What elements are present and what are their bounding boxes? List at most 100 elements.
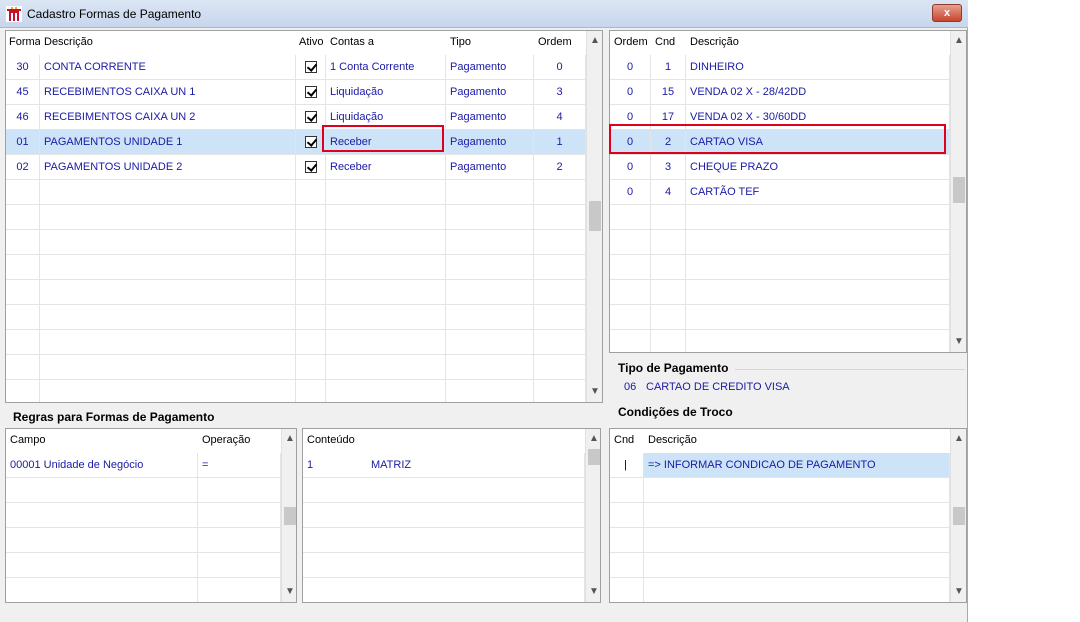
- empty-row[interactable]: [6, 255, 586, 280]
- empty-cell: [610, 503, 644, 527]
- table-row[interactable]: 30 CONTA CORRENTE 1 Conta Corrente Pagament…: [6, 55, 586, 80]
- empty-row[interactable]: [610, 305, 950, 330]
- conteudo-scrollbar[interactable]: ▲ ▼: [585, 429, 600, 602]
- empty-row[interactable]: [610, 578, 950, 602]
- empty-row[interactable]: [610, 255, 950, 280]
- empty-row[interactable]: [610, 280, 950, 305]
- table-row[interactable]: 0 3 CHEQUE PRAZO: [610, 155, 950, 180]
- condicao-ordem: 0: [610, 55, 651, 79]
- empty-cell: [446, 255, 534, 279]
- table-row[interactable]: 0 4 CARTÃO TEF: [610, 180, 950, 205]
- empty-row[interactable]: [610, 528, 950, 553]
- table-row[interactable]: 00001 Unidade de Negócio =: [6, 453, 281, 478]
- table-row[interactable]: 02 PAGAMENTOS UNIDADE 2 Receber Pagamento 2: [6, 155, 586, 180]
- scroll-down-icon[interactable]: ▼: [586, 584, 600, 600]
- table-row[interactable]: 0 1 DINHEIRO: [610, 55, 950, 80]
- empty-row[interactable]: [6, 305, 586, 330]
- col-operacao-header[interactable]: Operação: [198, 429, 281, 453]
- empty-cell: [296, 330, 326, 354]
- table-row[interactable]: 01 PAGAMENTOS UNIDADE 1 Receber Pagamento 1: [6, 130, 586, 155]
- empty-row[interactable]: [6, 553, 281, 578]
- empty-row[interactable]: [6, 355, 586, 380]
- table-row[interactable]: 0 15 VENDA 02 X - 28/42DD: [610, 80, 950, 105]
- forma-descricao: PAGAMENTOS UNIDADE 2: [40, 155, 296, 179]
- ativo-checkbox[interactable]: [305, 161, 317, 173]
- ativo-checkbox[interactable]: [305, 86, 317, 98]
- col-cnd-header[interactable]: Cnd: [651, 31, 686, 55]
- col-ordem-header[interactable]: Ordem: [610, 31, 651, 55]
- col-cnd-header[interactable]: Cnd: [610, 429, 644, 453]
- scroll-thumb[interactable]: [589, 201, 601, 231]
- scroll-up-icon[interactable]: ▲: [586, 431, 600, 447]
- empty-row[interactable]: [6, 578, 281, 602]
- ativo-checkbox[interactable]: [305, 136, 317, 148]
- empty-row[interactable]: [610, 230, 950, 255]
- empty-row[interactable]: [303, 478, 585, 503]
- scroll-up-icon[interactable]: ▲: [951, 33, 966, 49]
- empty-row[interactable]: [610, 503, 950, 528]
- empty-cell: [40, 280, 296, 304]
- empty-row[interactable]: [610, 205, 950, 230]
- empty-row[interactable]: [303, 553, 585, 578]
- col-ativo-header[interactable]: Ativo: [296, 31, 326, 55]
- scroll-down-icon[interactable]: ▼: [951, 584, 966, 600]
- empty-cell: [446, 205, 534, 229]
- empty-row[interactable]: [303, 503, 585, 528]
- forma-ordem: 4: [534, 105, 586, 129]
- col-contas-header[interactable]: Contas a: [326, 31, 446, 55]
- empty-row[interactable]: [6, 503, 281, 528]
- condicoes-scrollbar[interactable]: ▲ ▼: [950, 31, 966, 352]
- col-tipo-header[interactable]: Tipo: [446, 31, 534, 55]
- empty-row[interactable]: [6, 330, 586, 355]
- scroll-thumb[interactable]: [953, 177, 965, 203]
- col-campo-header[interactable]: Campo: [6, 429, 198, 453]
- col-conteudo-header[interactable]: Conteúdo: [303, 429, 585, 453]
- empty-cell: [296, 255, 326, 279]
- empty-cell: [6, 503, 198, 527]
- conteudo-code: 1: [307, 459, 314, 471]
- ativo-checkbox[interactable]: [305, 111, 317, 123]
- regras-scrollbar[interactable]: ▲ ▼: [281, 429, 296, 602]
- empty-row[interactable]: [610, 330, 950, 352]
- col-descricao-header[interactable]: Descrição: [40, 31, 296, 55]
- formas-scrollbar[interactable]: ▲ ▼: [586, 31, 602, 402]
- empty-row[interactable]: [610, 553, 950, 578]
- scroll-down-icon[interactable]: ▼: [587, 384, 602, 400]
- empty-cell: [198, 578, 281, 602]
- forma-code: 01: [6, 130, 40, 154]
- empty-row[interactable]: [610, 478, 950, 503]
- empty-cell: [686, 205, 950, 229]
- empty-row[interactable]: [6, 230, 586, 255]
- scroll-up-icon[interactable]: ▲: [951, 431, 966, 447]
- table-row[interactable]: 45 RECEBIMENTOS CAIXA UN 1 Liquidação Pagam…: [6, 80, 586, 105]
- empty-row[interactable]: [6, 478, 281, 503]
- empty-row[interactable]: [6, 380, 586, 402]
- empty-row[interactable]: [6, 180, 586, 205]
- empty-row[interactable]: [6, 205, 586, 230]
- scroll-thumb[interactable]: [588, 449, 600, 465]
- scroll-down-icon[interactable]: ▼: [282, 584, 296, 600]
- scroll-thumb[interactable]: [284, 507, 296, 525]
- forma-descricao: PAGAMENTOS UNIDADE 1: [40, 130, 296, 154]
- scroll-thumb[interactable]: [953, 507, 965, 525]
- table-row[interactable]: 46 RECEBIMENTOS CAIXA UN 2 Liquidação Pagam…: [6, 105, 586, 130]
- scroll-down-icon[interactable]: ▼: [951, 334, 966, 350]
- empty-cell: [198, 528, 281, 552]
- empty-row[interactable]: [6, 528, 281, 553]
- forma-code: 45: [6, 80, 40, 104]
- table-row[interactable]: 1 MATRIZ: [303, 453, 585, 478]
- empty-row[interactable]: [6, 280, 586, 305]
- close-button[interactable]: x: [932, 4, 962, 22]
- ativo-checkbox[interactable]: [305, 61, 317, 73]
- scroll-up-icon[interactable]: ▲: [282, 431, 296, 447]
- col-forma-header[interactable]: Forma: [6, 31, 40, 55]
- troco-scrollbar[interactable]: ▲ ▼: [950, 429, 966, 602]
- table-row[interactable]: | => INFORMAR CONDICAO DE PAGAMENTO: [610, 453, 950, 478]
- col-ordem-header[interactable]: Ordem: [534, 31, 586, 55]
- col-descricao-header[interactable]: Descrição: [686, 31, 950, 55]
- empty-cell: [651, 255, 686, 279]
- empty-row[interactable]: [303, 528, 585, 553]
- scroll-up-icon[interactable]: ▲: [587, 33, 602, 49]
- empty-row[interactable]: [303, 578, 585, 602]
- col-descricao-header[interactable]: Descrição: [644, 429, 950, 453]
